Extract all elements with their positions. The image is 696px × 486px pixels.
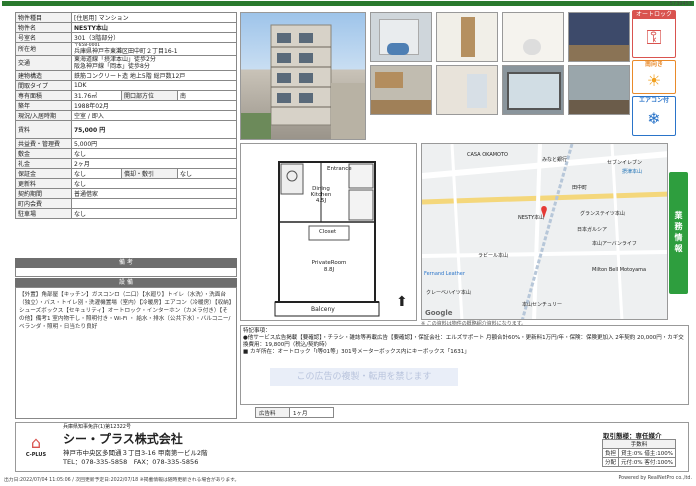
spec-row: 町内会費 bbox=[15, 198, 237, 209]
spec-row: 築年 1988年02月 bbox=[15, 100, 237, 111]
map-label: ラビール本山 bbox=[478, 253, 509, 259]
room-photo-6 bbox=[436, 65, 498, 115]
doc-number: 5739453 bbox=[669, 1, 692, 7]
map-label: みなと銀行 bbox=[542, 157, 568, 163]
map-label: 日本ガルシア bbox=[577, 227, 608, 233]
room-label: PrivateRoom 8.8J bbox=[311, 260, 347, 273]
map-label: NESTY本山 bbox=[518, 215, 545, 221]
room-photo-7 bbox=[502, 65, 564, 115]
room-photo-4 bbox=[568, 12, 630, 62]
spec-row: 駐車場 なし bbox=[15, 208, 237, 219]
map-label: セブンイレブン bbox=[607, 160, 643, 166]
facilities-text: 【外置】角部屋【キッチン】ガスコンロ（二口）【水廻り】トイレ（水洗）・洗面台（独… bbox=[15, 287, 237, 419]
aircon-badge: エアコン付 ❄ bbox=[632, 96, 676, 136]
autolock-badge-title: オートロック bbox=[633, 11, 675, 19]
closet-label: Closet bbox=[319, 229, 337, 235]
map-label: 本山アーバンライフ bbox=[592, 241, 637, 247]
spec-row: 契約期間 普通借家 bbox=[15, 188, 237, 199]
room-photo-3 bbox=[502, 12, 564, 62]
map-label: Milton Bell Motoyama bbox=[592, 267, 647, 273]
spec-row: 物件種目 [住居用] マンション bbox=[15, 12, 237, 23]
map-label: Fernand Leather bbox=[424, 271, 465, 277]
south-facing-badge: 南向き ☀ bbox=[632, 60, 676, 94]
top-bar bbox=[2, 1, 694, 6]
north-arrow-icon: ⬆ bbox=[396, 294, 408, 310]
remarks-area bbox=[15, 268, 237, 277]
address-row: 所在地 〒658-0001 兵庫県神戸市東灘区田中町２丁目16-1 bbox=[15, 42, 237, 56]
spec-row: 保証金 なし 償却・敷引 なし bbox=[15, 168, 237, 179]
dk-label: Dining Kitchen 4.5J bbox=[310, 186, 332, 204]
transport-line: 東海道線「摂津本山」徒歩2分 bbox=[74, 56, 156, 64]
spec-row: 礼金 2ヶ月 bbox=[15, 158, 237, 169]
spec-row: 更新料 なし bbox=[15, 178, 237, 189]
south-facing-badge-title: 南向き bbox=[644, 61, 663, 68]
address-value: 兵庫県神戸市東灘区田中町２丁目16-1 bbox=[74, 48, 178, 55]
rent-row: 賃料 75,000 円 bbox=[15, 120, 237, 139]
business-info-tab[interactable]: 業務情報 bbox=[669, 172, 688, 294]
license-number: 兵庫県知事免許(1)第12322号 bbox=[63, 424, 131, 430]
map-label: クレーベハイツ本山 bbox=[426, 290, 471, 296]
fee-table: 手数料 負担 貸主:0% 借主:100% 分配 元付:0% 客付:100% bbox=[601, 439, 676, 467]
google-logo: Google bbox=[425, 309, 453, 317]
company-logo: ⌂ C-PLUS bbox=[22, 433, 50, 459]
spec-row: 敷金 なし bbox=[15, 148, 237, 159]
notes-line: ■ カギ所在：オートロック「I等01等」301号メーターボックス内にキーボックス… bbox=[243, 349, 470, 355]
spec-row: 間取タイプ 1DK bbox=[15, 80, 237, 91]
spec-row: 共益費・管理費 5,000円 bbox=[15, 138, 237, 149]
autolock-badge: オートロック ⚿ bbox=[632, 10, 676, 58]
company-name: シー・プラス株式会社 bbox=[63, 432, 183, 446]
snowflake-icon: ❄ bbox=[647, 109, 661, 128]
transport-line: 阪急神戸線「岡本」徒歩8分 bbox=[74, 63, 150, 70]
ad-fee-table: 広告料 1ヶ月 bbox=[255, 407, 334, 418]
location-map[interactable]: CASA OKAMOTO みなと銀行 セブンイレブン 摂津本山 田中町 NEST… bbox=[421, 143, 668, 320]
company-phone: TEL：078-335-5858 FAX：078-335-5856 bbox=[63, 458, 199, 466]
sun-icon: ☀ bbox=[646, 71, 662, 90]
balcony-label: Balceny bbox=[311, 306, 335, 313]
notes-title: 特記事項： bbox=[243, 328, 271, 334]
spec-row: 建物構造 鉄筋コンクリート造 地上5階 総戸数12戸 bbox=[15, 70, 237, 81]
map-label: グランステイツ本山 bbox=[580, 211, 625, 217]
building-photo bbox=[240, 12, 366, 140]
remarks-band: 備 考 bbox=[15, 258, 237, 268]
bottom-line: 出力日:2022/07/04 11:05:06 / 次回更新予定日:2022/0… bbox=[4, 476, 692, 483]
room-photo-2 bbox=[436, 12, 498, 62]
spec-row: 号室名 301（3階部分） bbox=[15, 32, 237, 43]
special-notes: 特記事項： ●他サービス広告掲載【要確認】・チラシ・雑誌等再載広告【要確認】・保… bbox=[240, 325, 689, 405]
aircon-badge-title: エアコン付 bbox=[638, 97, 669, 104]
spec-row: 物件名 NESTY本山 bbox=[15, 22, 237, 33]
room-photo-1 bbox=[370, 12, 432, 62]
key-icon: ⚿ bbox=[646, 25, 662, 49]
spec-row: 現況/入居時期 空室 / 即入 bbox=[15, 110, 237, 121]
output-date: 出力日:2022/07/04 11:05:06 / 次回更新予定日:2022/0… bbox=[4, 478, 240, 483]
room-photo-8 bbox=[568, 65, 630, 115]
building-illustration bbox=[241, 24, 365, 139]
map-label: 田中町 bbox=[572, 185, 588, 191]
powered-by: Powered by RealNetPro co.,ltd. bbox=[618, 476, 692, 481]
map-label: CASA OKAMOTO bbox=[467, 152, 508, 158]
house-icon: ⌂ bbox=[30, 433, 42, 452]
transport-row: 交通 東海道線「摂津本山」徒歩2分 阪急神戸線「岡本」徒歩8分 bbox=[15, 55, 237, 71]
notes-line: ●他サービス広告掲載【要確認】・チラシ・雑誌等再載広告【要確認】・保証会社：エル… bbox=[243, 335, 684, 348]
spec-row: 専有面積 31.76㎡ 開口部方位南 bbox=[15, 90, 237, 101]
map-label: 摂津本山 bbox=[622, 169, 643, 175]
spec-table: 物件種目 [住居用] マンション 物件名 NESTY本山 号室名 301（3階部分） … bbox=[15, 12, 237, 219]
map-label: 本山センチュリー bbox=[522, 302, 563, 308]
floor-plan: Entrance Dining Kitchen 4.5J Closet Priva… bbox=[240, 143, 417, 321]
entrance-label: Entrance bbox=[327, 166, 352, 172]
room-photo-5 bbox=[370, 65, 432, 115]
copy-watermark: この広告の複製・転用を禁じます bbox=[270, 368, 458, 386]
